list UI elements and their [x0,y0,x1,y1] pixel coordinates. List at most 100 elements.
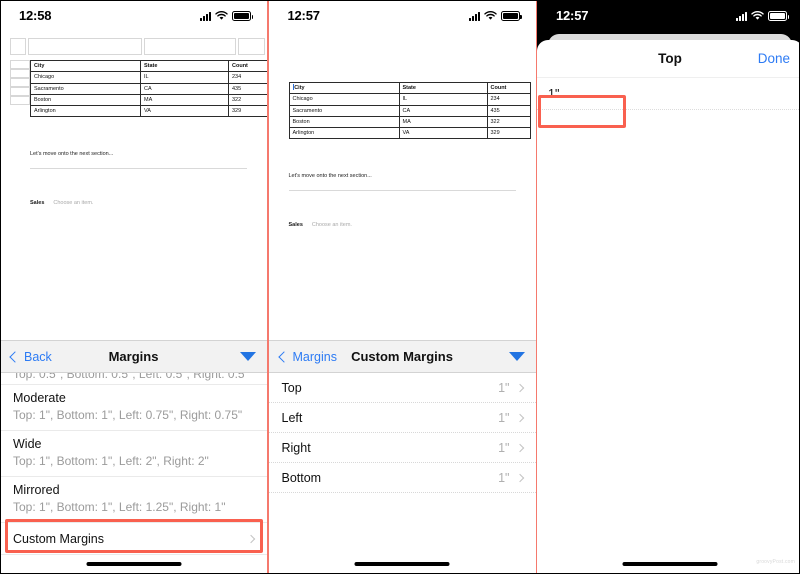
top-margin-input[interactable]: 1" [537,78,800,110]
home-indicator [86,562,181,566]
row-value: 1" [498,410,510,425]
modal-sheet: Top Done 1" [537,40,800,574]
status-bar-3: 12:57 [537,0,800,30]
table-cell: Boston [30,93,141,107]
back-button-label: Margins [292,349,337,364]
sheet-nav-bar: Top Done [537,40,800,78]
custom-margins-label: Custom Margins [13,531,104,546]
table-row: Chicago IL 234 [288,93,531,106]
preset-title: Wide [13,437,42,452]
custom-margin-row-left[interactable]: Left 1" [268,403,536,433]
cellular-signal-icon [200,11,211,21]
table-row: Chicago IL 234 [30,71,267,84]
margins-preset-row-wide[interactable]: Wide Top: 1", Bottom: 1", Left: 2", Righ… [0,431,267,478]
margins-preset-row-moderate[interactable]: Moderate Top: 1", Bottom: 1", Left: 0.75… [0,385,267,432]
field-placeholder: Choose an item. [311,222,352,229]
done-button[interactable]: Done [758,51,790,66]
document-content-control-1: Sales Choose an item. [30,200,267,206]
row-value: 1" [498,440,510,455]
table-cell: Chicago [30,71,141,84]
table-row: Boston MA 322 [288,115,531,129]
status-icons [736,9,789,21]
table-cell: 329 [486,126,531,140]
preset-sub: Top: 0.5", Bottom: 0.5", Left: 0.5", Rig… [13,373,249,381]
cellular-signal-icon [468,11,480,21]
row-gutter [10,60,30,117]
table-header-cell: State [398,81,488,95]
status-time: 12:57 [287,7,320,23]
chevron-right-icon [515,443,524,452]
screenshot-root: 12:58 City State Count Chicago IL 234 Sa… [0,0,800,574]
back-button-label: Back [24,349,52,364]
table-header-cell: City [288,81,400,95]
margins-preset-row-mirrored[interactable]: Mirrored Top: 1", Bottom: 1", Left: 1.25… [0,477,267,524]
document-canvas-2: City State Count Chicago IL 234 Sacramen… [268,30,536,340]
row-value: 1" [498,470,510,485]
table-cell: 322 [228,93,267,107]
battery-icon [500,11,522,21]
chevron-left-icon [9,350,21,363]
back-button[interactable]: Margins [277,349,337,364]
document-divider-1 [30,168,247,170]
custom-margin-row-bottom[interactable]: Bottom 1" [268,463,536,493]
chevron-down-filled-icon[interactable] [508,352,525,361]
row-label: Top [281,380,302,395]
document-content-control-2: Sales Choose an item. [289,222,536,228]
custom-margin-row-right[interactable]: Right 1" [268,433,536,463]
preset-sub: Top: 1", Bottom: 1", Left: 1.25", Right:… [13,500,226,514]
battery-icon [768,11,789,21]
table-cell: Arlington [30,104,141,118]
table-cell: 435 [228,82,267,95]
wifi-icon [215,11,228,21]
row-label: Left [281,410,303,425]
top-margin-value: 1" [548,86,560,101]
wifi-icon [483,11,497,21]
table-cell: Arlington [288,126,400,140]
battery-icon [232,11,253,21]
margins-nav-bar: Back Margins [0,340,267,373]
cellular-signal-icon [736,11,747,21]
header-text: City [294,85,305,91]
table-cell: Boston [288,115,400,129]
preset-title: Moderate [13,391,66,405]
wifi-icon [751,11,764,21]
table-cell: VA [398,126,488,140]
table-row: Arlington VA 329 [288,126,531,140]
preset-sub: Top: 1", Bottom: 1", Left: 0.75", Right:… [13,407,243,422]
table-cell: IL [140,71,229,84]
row-label: Bottom [281,470,322,485]
status-icons [468,9,522,21]
table-header-cell: Count [228,59,267,73]
back-button[interactable]: Back [9,349,52,364]
status-time: 12:58 [19,7,52,23]
field-label: Sales [288,222,303,229]
table-row: Sacramento CA 435 [30,82,267,95]
panel-custom-margins: 12:57 City State Count Chicago IL 234 Sa… [268,0,536,574]
table-cell: VA [140,104,229,118]
table-cell: 234 [228,71,267,84]
document-table-wrap-1: City State Count Chicago IL 234 Sacramen… [10,59,267,118]
home-indicator [354,562,450,566]
chevron-right-icon [515,473,524,482]
table-cell: IL [398,93,488,106]
table-cell: 329 [228,104,267,118]
table-cell: Sacramento [30,82,141,95]
custom-margins-row[interactable]: Custom Margins [0,523,267,556]
document-table-wrap-2: City State Count Chicago IL 234 Sacramen… [288,81,536,140]
table-cell: MA [398,115,488,129]
margins-preset-row-normal[interactable]: Top: 0.5", Bottom: 0.5", Left: 0.5", Rig… [0,373,267,385]
custom-margin-row-top[interactable]: Top 1" [268,373,536,403]
custom-margins-field-list: Top 1" Left 1" Right 1" Bottom 1" [268,373,536,493]
custom-margins-nav-bar: Margins Custom Margins [268,340,536,373]
document-canvas-1: City State Count Chicago IL 234 Sacramen… [0,30,267,340]
document-paragraph-1: Let's move onto the next section... [30,151,114,158]
field-placeholder: Choose an item. [53,200,94,207]
row-value: 1" [498,380,510,395]
table-cell: CA [140,82,229,95]
chevron-down-filled-icon[interactable] [240,352,256,361]
watermark: groovyPost.com [756,559,795,565]
document-table-1: City State Count Chicago IL 234 Sacramen… [30,59,267,118]
chevron-right-icon [515,413,524,422]
panel-top-editor: 12:57 Top Done 1" groovyPost.com [537,0,800,574]
chevron-right-icon [246,534,256,543]
